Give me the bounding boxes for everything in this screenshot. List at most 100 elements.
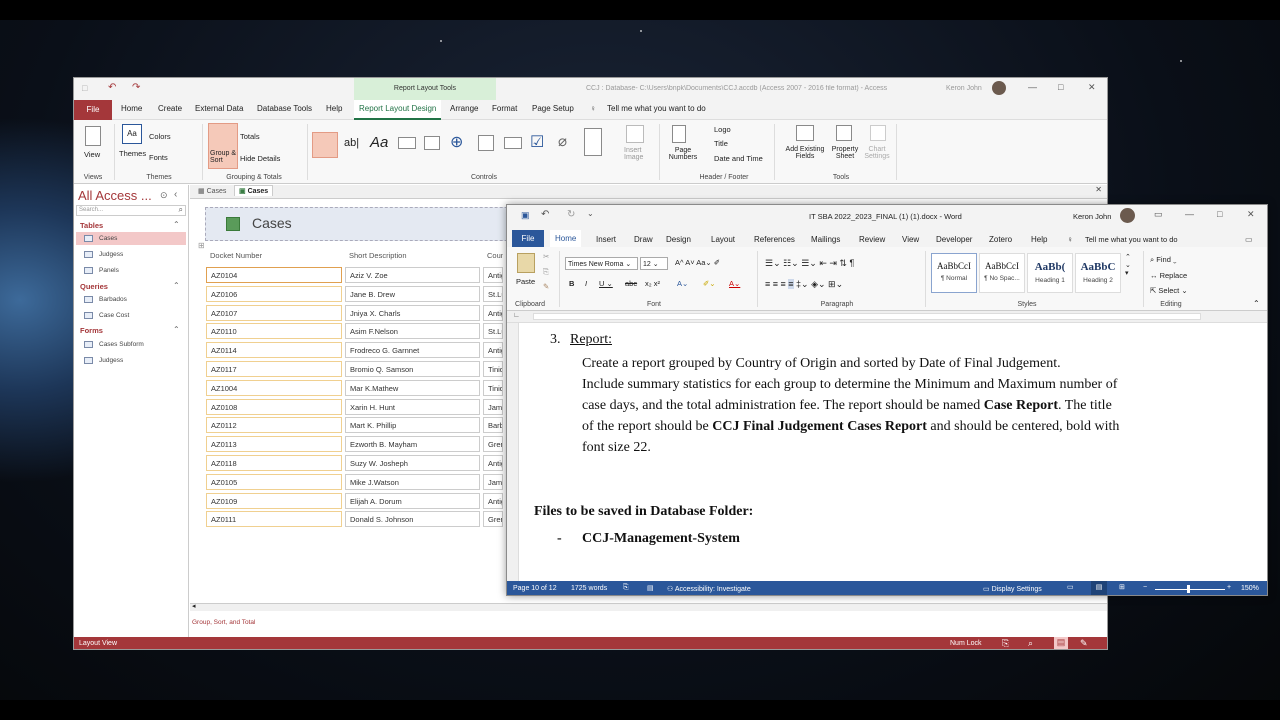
status-page[interactable]: Page 10 of 12 — [513, 585, 557, 592]
docket-number-cell[interactable]: AZ0117 — [206, 361, 342, 377]
text-predictions-icon[interactable]: ▤ — [647, 584, 654, 592]
styles-scroll-icon[interactable]: ⌃ ⌄ ▾ — [1125, 253, 1131, 277]
chart-settings-button[interactable]: Chart Settings — [862, 146, 892, 160]
button-control-icon[interactable] — [398, 137, 416, 149]
zoom-slider-thumb[interactable] — [1187, 585, 1190, 593]
themes-icon[interactable]: Aa — [122, 124, 142, 144]
collapse-ribbon-icon[interactable]: ⌃ — [1253, 299, 1260, 308]
nav-section-tables[interactable]: Tables — [80, 221, 103, 230]
tab-home[interactable]: Home — [121, 104, 142, 113]
tab-draw[interactable]: Draw — [634, 235, 653, 244]
zoom-out-icon[interactable]: − — [1143, 584, 1147, 591]
avatar[interactable] — [992, 81, 1006, 95]
subscript-icon[interactable]: x₂ x² — [645, 279, 660, 288]
nav-item-judgess[interactable]: Judgess — [99, 251, 123, 258]
tab-database-tools[interactable]: Database Tools — [257, 104, 312, 113]
redo-icon[interactable]: ↻ — [567, 209, 575, 220]
chevron-up-icon[interactable]: ⌃ — [173, 325, 180, 334]
docket-number-cell[interactable]: AZ0108 — [206, 398, 342, 415]
label-control-icon[interactable]: ab| — [344, 137, 359, 149]
tab-arrange[interactable]: Arrange — [450, 104, 478, 113]
tab-view[interactable]: View — [902, 235, 919, 244]
add-existing-fields-button[interactable]: Add Existing Fields — [782, 146, 828, 160]
copy-icon[interactable]: ⎘ — [543, 267, 549, 277]
paste-icon[interactable] — [517, 253, 535, 273]
grow-font-icon[interactable]: A^ A˅ Aa⌄ ✐ — [675, 258, 720, 267]
tab-control-icon[interactable] — [424, 136, 440, 150]
short-description-cell[interactable]: Mike J.Watson — [345, 473, 480, 490]
docket-number-cell[interactable]: AZ0110 — [206, 323, 342, 340]
tab-layout[interactable]: Layout — [711, 235, 735, 244]
text-control-icon[interactable]: Aa — [370, 134, 388, 151]
short-description-cell[interactable]: Aziz V. Zoe — [345, 267, 480, 283]
report-view-icon[interactable]: ⎘ — [1002, 638, 1009, 649]
font-name-box[interactable]: Times New Roma ⌄ — [565, 257, 638, 270]
nav-section-queries[interactable]: Queries — [80, 282, 108, 291]
tab-external-data[interactable]: External Data — [195, 104, 243, 113]
docket-number-cell[interactable]: AZ0104 — [206, 267, 342, 283]
report-title[interactable]: Cases — [252, 215, 292, 231]
print-preview-icon[interactable]: ⌕ — [1028, 638, 1033, 649]
status-words[interactable]: 1725 words — [571, 585, 607, 592]
short-description-cell[interactable]: Jniya X. Charls — [345, 304, 480, 321]
short-description-cell[interactable]: Suzy W. Josheph — [345, 455, 480, 471]
justify-icon[interactable]: ≡ — [788, 279, 794, 289]
nav-pane-title[interactable]: All Access ... — [78, 188, 152, 203]
column-header[interactable]: Coun — [483, 248, 503, 264]
select-button[interactable]: Select — [1158, 286, 1179, 295]
close-icon[interactable]: ✕ — [1247, 209, 1255, 220]
country-cell[interactable]: St.Lu — [483, 323, 503, 340]
view-button[interactable]: View — [84, 150, 100, 159]
align-icons[interactable]: ≡ ≡ ≡ ≡ ‡⌄ ◈⌄ ⊞⌄ — [765, 279, 843, 290]
logo-button[interactable]: Logo — [714, 125, 731, 134]
bold-icon[interactable]: B — [569, 279, 574, 288]
short-description-cell[interactable]: Donald S. Johnson — [345, 511, 480, 528]
property-sheet-button[interactable]: Property Sheet — [830, 146, 860, 160]
find-search-icon[interactable]: ⌕ Find ⌄ — [1150, 255, 1177, 265]
country-cell[interactable]: Jama — [483, 398, 503, 415]
search-icon[interactable]: ⌕ — [179, 205, 183, 215]
tell-me-box[interactable]: Tell me what you want to do — [1085, 235, 1178, 244]
doc-tab-cases-report[interactable]: ▣ Cases — [234, 185, 274, 196]
country-cell[interactable]: Antig — [483, 342, 503, 359]
tab-help[interactable]: Help — [326, 104, 342, 113]
hyperlink-icon[interactable]: ⊕ — [450, 132, 463, 152]
files-heading[interactable]: Files to be saved in Database Folder: — [534, 504, 753, 520]
colors-button[interactable]: Colors — [149, 132, 171, 141]
tab-mailings[interactable]: Mailings — [811, 235, 840, 244]
accessibility-status[interactable]: ⚇ Accessibility: Investigate — [667, 585, 751, 593]
minimize-icon[interactable]: — — [1185, 209, 1194, 219]
group-sort-button[interactable]: Group & Sort — [210, 150, 238, 164]
paste-button[interactable]: Paste — [516, 277, 535, 286]
page-numbers-button[interactable]: Page Numbers — [666, 147, 700, 161]
country-cell[interactable]: Antig — [483, 492, 503, 509]
title-button[interactable]: Title — [714, 139, 728, 148]
strikethrough-icon[interactable]: abc — [625, 279, 637, 288]
nav-item-barbados[interactable]: Barbados — [99, 296, 127, 303]
cut-icon[interactable]: ✂ — [543, 252, 549, 261]
zoom-slider[interactable] — [1155, 589, 1225, 590]
short-description-cell[interactable]: Bromio Q. Samson — [345, 361, 480, 377]
nav-item-case-cost[interactable]: Case Cost — [99, 312, 129, 319]
nav-item-cases-subform[interactable]: Cases Subform — [99, 341, 144, 348]
country-cell[interactable]: Barba — [483, 417, 503, 434]
font-color-icon[interactable]: A⌄ — [729, 279, 740, 288]
country-cell[interactable]: Tinid — [483, 379, 503, 396]
view-icon[interactable] — [85, 126, 101, 146]
controls-gallery-icon[interactable] — [584, 128, 602, 156]
column-header[interactable]: Short Description — [345, 248, 480, 264]
country-cell[interactable]: Tinid — [483, 361, 503, 377]
collapse-pane-icon[interactable]: ‹ — [174, 189, 177, 200]
find-button[interactable]: Find — [1156, 255, 1171, 264]
docket-number-cell[interactable]: AZ0109 — [206, 492, 342, 509]
tab-references[interactable]: References — [754, 235, 795, 244]
proofing-icon[interactable]: ⎘ — [623, 584, 629, 592]
web-layout-icon[interactable]: ⊞ — [1119, 583, 1125, 591]
docket-number-cell[interactable]: AZ1004 — [206, 379, 342, 396]
short-description-cell[interactable]: Jane B. Drew — [345, 285, 480, 302]
docket-number-cell[interactable]: AZ0106 — [206, 285, 342, 302]
hide-details-button[interactable]: Hide Details — [240, 154, 280, 163]
chevron-up-icon[interactable]: ⌃ — [173, 281, 180, 290]
chevron-up-icon[interactable]: ⌃ — [173, 220, 180, 229]
design-view-icon[interactable]: ✎ — [1080, 638, 1088, 649]
